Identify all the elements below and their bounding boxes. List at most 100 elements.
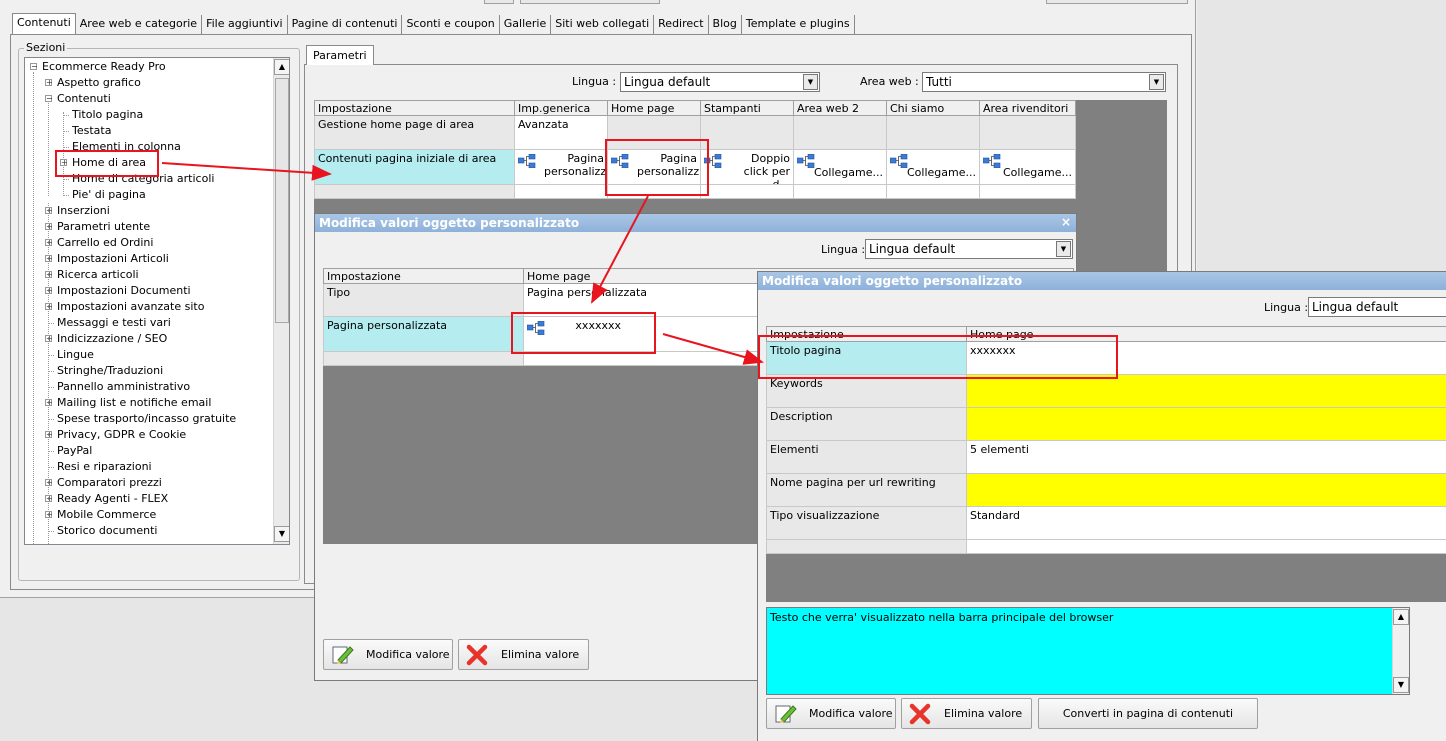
- grid-cell[interactable]: Doppio click per d...: [700, 149, 794, 185]
- table-row[interactable]: Tipo visualizzazione Standard: [766, 506, 1446, 540]
- tree-item-testata[interactable]: Testata: [72, 123, 111, 139]
- tree-item[interactable]: Resi e riparazioni: [57, 459, 152, 475]
- toolbar-button[interactable]: [484, 0, 514, 4]
- table-row[interactable]: Keywords: [766, 374, 1446, 408]
- tree-item[interactable]: Ricerca articoli: [57, 267, 139, 283]
- grid-cell[interactable]: [700, 115, 794, 150]
- scroll-down-icon[interactable]: ▼: [1393, 677, 1409, 693]
- tree-scrollbar[interactable]: ▲ ▼: [273, 58, 289, 544]
- grid-cell[interactable]: 5 elementi: [966, 440, 1446, 474]
- tree-item[interactable]: Impostazioni Documenti: [57, 283, 191, 299]
- col-header[interactable]: Area web 2: [793, 100, 887, 116]
- tree-item[interactable]: Stringhe/Traduzioni: [57, 363, 163, 379]
- tree-item[interactable]: Messaggi e testi vari: [57, 315, 171, 331]
- tree-item[interactable]: Impostazioni Articoli: [57, 251, 169, 267]
- tree-item-root[interactable]: Ecommerce Ready Pro: [42, 59, 166, 75]
- toolbar-button[interactable]: [520, 0, 660, 4]
- grid-cell: [314, 184, 515, 199]
- tree-item-titolo-pagina[interactable]: Titolo pagina: [72, 107, 143, 123]
- collapse-icon[interactable]: −: [45, 95, 53, 103]
- lingua-select[interactable]: Lingua default ▼: [620, 72, 820, 92]
- description-memo[interactable]: Testo che verra' visualizzato nella barr…: [766, 607, 1410, 695]
- tree-item-contenuti[interactable]: Contenuti: [57, 91, 111, 107]
- col-header[interactable]: Chi siamo: [886, 100, 980, 116]
- table-row[interactable]: Nome pagina per url rewriting: [766, 473, 1446, 507]
- grid-cell[interactable]: Collegame...: [886, 149, 980, 185]
- col-header[interactable]: Area rivenditori: [979, 100, 1076, 116]
- expand-icon[interactable]: +: [45, 79, 53, 87]
- highlight-box: [511, 312, 656, 354]
- tab-aree-web[interactable]: Aree web e categorie: [76, 15, 203, 34]
- tree-item[interactable]: Parametri utente: [57, 219, 150, 235]
- scroll-up-icon[interactable]: ▲: [1393, 609, 1409, 625]
- row-label: Tipo visualizzazione: [766, 506, 967, 540]
- tree-item[interactable]: Carrello ed Ordini: [57, 235, 153, 251]
- chevron-down-icon[interactable]: ▼: [803, 74, 818, 90]
- tree-item[interactable]: Impostazioni avanzate sito: [57, 299, 204, 315]
- lingua-select[interactable]: Lingua default ▼: [865, 239, 1073, 259]
- grid-cell[interactable]: [966, 407, 1446, 441]
- collapse-icon[interactable]: −: [30, 63, 38, 71]
- grid-cell[interactable]: Collegame...: [979, 149, 1076, 185]
- grid-cell[interactable]: Pagina personalizz...: [514, 149, 608, 185]
- tab-contenuti[interactable]: Contenuti: [12, 13, 76, 34]
- close-icon[interactable]: ×: [1061, 215, 1071, 229]
- tree-item[interactable]: Mobile Commerce: [57, 507, 156, 523]
- col-header[interactable]: Imp.generica: [514, 100, 608, 116]
- tab-template-plugins[interactable]: Template e plugins: [742, 15, 855, 34]
- sections-tree[interactable]: − Ecommerce Ready Pro + Aspetto grafico …: [24, 57, 290, 545]
- tree-item[interactable]: Pannello amministrativo: [57, 379, 190, 395]
- tab-parametri[interactable]: Parametri: [306, 45, 374, 65]
- modify-value-button[interactable]: Modifica valore: [766, 698, 896, 729]
- tree-item[interactable]: Ready Agenti - FLEX: [57, 491, 168, 507]
- col-header[interactable]: Impostazione: [323, 268, 524, 284]
- table-row[interactable]: Description: [766, 407, 1446, 441]
- tree-item-aspetto[interactable]: Aspetto grafico: [57, 75, 141, 91]
- memo-scrollbar[interactable]: ▲ ▼: [1392, 608, 1409, 694]
- tree-item[interactable]: Lingue: [57, 347, 94, 363]
- col-header[interactable]: Home page: [607, 100, 701, 116]
- grid-cell[interactable]: [966, 473, 1446, 507]
- tree-item[interactable]: Comparatori prezzi: [57, 475, 162, 491]
- modify-value-button[interactable]: Modifica valore: [323, 639, 453, 670]
- delete-value-button[interactable]: Elimina valore: [901, 698, 1032, 729]
- chevron-down-icon[interactable]: ▼: [1056, 241, 1071, 257]
- tab-gallerie[interactable]: Gallerie: [500, 15, 552, 34]
- scroll-down-icon[interactable]: ▼: [274, 526, 289, 542]
- tab-file-aggiuntivi[interactable]: File aggiuntivi: [202, 15, 288, 34]
- area-web-select[interactable]: Tutti ▼: [922, 72, 1166, 92]
- scroll-up-icon[interactable]: ▲: [274, 59, 289, 75]
- tree-item[interactable]: Privacy, GDPR e Cookie: [57, 427, 186, 443]
- grid-cell[interactable]: Avanzata: [514, 115, 608, 150]
- lingua-select[interactable]: Lingua default: [1308, 297, 1446, 317]
- grid-cell[interactable]: Collegame...: [793, 149, 887, 185]
- dialog-title: Modifica valori oggetto personalizzato: [758, 272, 1446, 290]
- tab-sconti-coupon[interactable]: Sconti e coupon: [402, 15, 500, 34]
- grid-cell[interactable]: [886, 115, 980, 150]
- toolbar-button[interactable]: [1046, 0, 1188, 4]
- grid-cell[interactable]: Standard: [966, 506, 1446, 540]
- tree-item[interactable]: Inserzioni: [57, 203, 110, 219]
- tab-siti-collegati[interactable]: Siti web collegati: [551, 15, 655, 34]
- tree-item[interactable]: Storico documenti: [57, 523, 157, 539]
- tab-blog[interactable]: Blog: [709, 15, 742, 34]
- tree-item[interactable]: Spese trasporto/incasso gratuite: [57, 411, 236, 427]
- convert-to-content-page-button[interactable]: Converti in pagina di contenuti: [1038, 698, 1258, 729]
- tree-item[interactable]: PayPal: [57, 443, 92, 459]
- tab-pagine-contenuti[interactable]: Pagine di contenuti: [288, 15, 403, 34]
- button-label: Modifica valore: [809, 707, 893, 720]
- grid-cell[interactable]: [793, 115, 887, 150]
- delete-value-button[interactable]: Elimina valore: [458, 639, 589, 670]
- chevron-down-icon[interactable]: ▼: [1149, 74, 1164, 90]
- grid-cell[interactable]: [966, 374, 1446, 408]
- tree-item-pie-pagina[interactable]: Pie' di pagina: [72, 187, 146, 203]
- tab-redirect[interactable]: Redirect: [654, 15, 709, 34]
- scroll-thumb[interactable]: [275, 78, 289, 323]
- table-row[interactable]: Elementi 5 elementi: [766, 440, 1446, 474]
- col-header[interactable]: Impostazione: [314, 100, 515, 116]
- button-label: Converti in pagina di contenuti: [1062, 707, 1234, 720]
- grid-cell[interactable]: [979, 115, 1076, 150]
- col-header[interactable]: Stampanti: [700, 100, 794, 116]
- tree-item[interactable]: Indicizzazione / SEO: [57, 331, 167, 347]
- tree-item[interactable]: Mailing list e notifiche email: [57, 395, 211, 411]
